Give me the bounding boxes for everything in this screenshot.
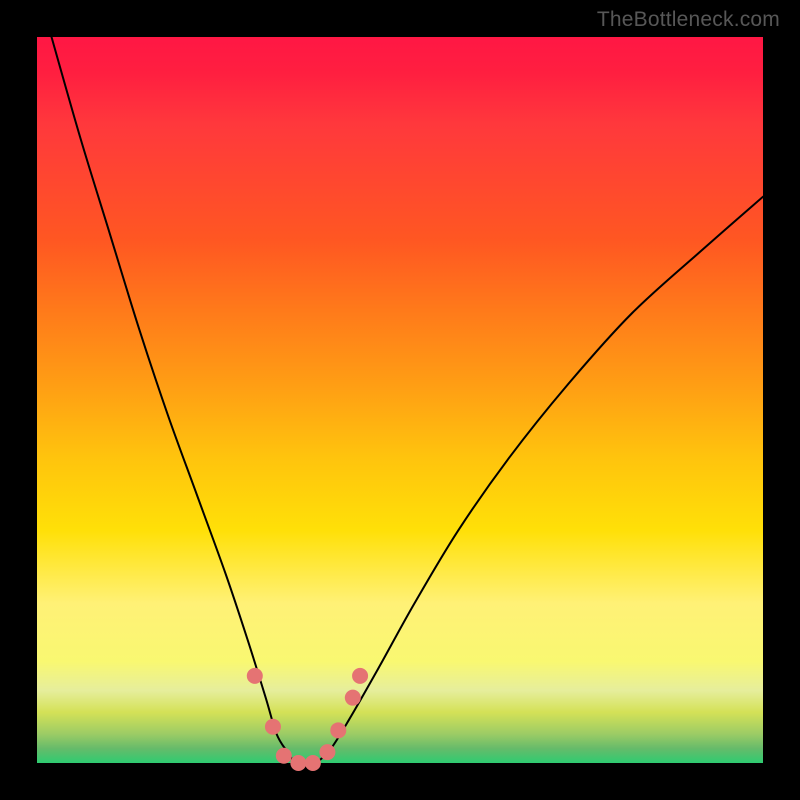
chart-frame: TheBottleneck.com <box>0 0 800 800</box>
marker-dot <box>247 668 263 684</box>
curve-layer <box>37 37 763 763</box>
watermark-text: TheBottleneck.com <box>597 8 780 32</box>
marker-dot <box>265 719 281 735</box>
marker-dot <box>290 755 306 771</box>
marker-dot <box>345 690 361 706</box>
bottleneck-curve <box>52 37 763 763</box>
marker-dot <box>305 755 321 771</box>
plot-area <box>37 37 763 763</box>
marker-dot <box>319 744 335 760</box>
marker-dot <box>330 722 346 738</box>
marker-dot <box>276 748 292 764</box>
curve-left-branch <box>52 37 295 763</box>
marker-dot <box>352 668 368 684</box>
curve-right-branch <box>317 197 763 763</box>
